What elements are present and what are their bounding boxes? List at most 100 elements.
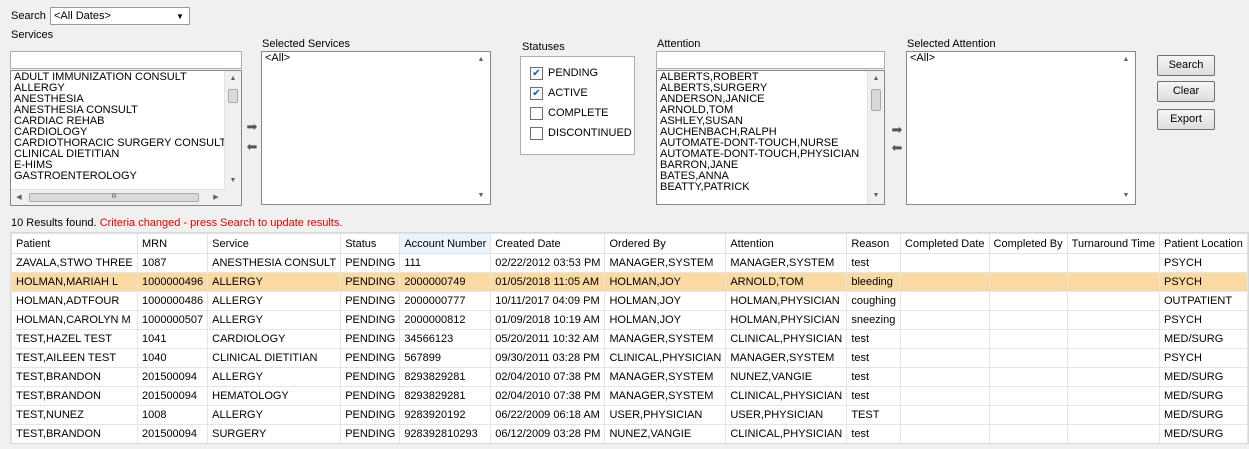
search-button[interactable]: Search xyxy=(1157,55,1215,76)
selected-attention-list[interactable]: <All> ▲ ▼ xyxy=(906,51,1136,205)
scroll-up-icon[interactable]: ▲ xyxy=(1118,52,1134,68)
results-table: Patient MRN Service Status Account Number Cre… xyxy=(11,233,1248,443)
table-cell: CLINICAL,PHYSICIAN xyxy=(725,424,848,443)
services-list-item[interactable]: GASTROENTEROLOGY xyxy=(14,171,238,182)
table-cell: NUNEZ,VANGIE xyxy=(725,367,848,387)
attention-vscroll[interactable]: ▲ ▼ xyxy=(867,71,884,204)
column-header[interactable]: Reason xyxy=(846,233,902,254)
table-row[interactable]: TEST,BRANDON 201500094 ALLERGY PENDING 82938… xyxy=(11,367,1248,387)
table-cell xyxy=(900,367,990,387)
table-row[interactable]: HOLMAN,ADTFOUR 1000000486 ALLERGY PENDING 20… xyxy=(11,291,1248,311)
column-header[interactable]: Created Date xyxy=(490,233,606,254)
scroll-down-icon[interactable]: ▼ xyxy=(1118,188,1134,204)
table-cell: PENDING xyxy=(340,310,401,330)
clear-button[interactable]: Clear xyxy=(1157,81,1215,102)
date-range-select[interactable]: <All Dates> ▼ xyxy=(50,7,190,25)
scroll-down-icon[interactable]: ▼ xyxy=(473,188,489,204)
column-header[interactable]: MRN xyxy=(136,233,209,254)
selected-services-list-item[interactable]: <All> xyxy=(265,53,487,64)
selected-services-list[interactable]: <All> ▲ ▼ xyxy=(261,51,491,205)
status-option-pending[interactable]: ✔ PENDING xyxy=(521,63,634,83)
table-cell: SURGERY xyxy=(207,424,342,443)
services-vscroll[interactable]: ▲ ▼ xyxy=(224,71,241,189)
table-cell: 8293829281 xyxy=(399,367,492,387)
table-row[interactable]: TEST,BRANDON 201500094 SURGERY PENDING 92839… xyxy=(11,424,1248,443)
scroll-up-icon[interactable]: ▲ xyxy=(868,71,884,87)
scroll-left-icon[interactable]: ◀ xyxy=(11,190,27,205)
scroll-down-icon[interactable]: ▼ xyxy=(225,173,241,189)
table-cell: 34566123 xyxy=(399,329,492,349)
scroll-corner xyxy=(224,189,241,205)
hscroll-thumb[interactable]: III xyxy=(29,193,199,202)
table-cell: PENDING xyxy=(340,424,401,443)
services-filter-input[interactable] xyxy=(10,51,242,69)
scroll-thumb[interactable] xyxy=(228,89,238,103)
attention-list[interactable]: ALBERTS,ROBERT ALBERTS,SURGERY ANDERSON,JA… xyxy=(656,70,885,205)
table-row[interactable]: HOLMAN,MARIAH L 1000000496 ALLERGY PENDING 2… xyxy=(11,272,1248,292)
status-checkbox[interactable] xyxy=(530,106,543,120)
status-option-complete[interactable]: COMPLETE xyxy=(521,103,634,123)
attention-filter-input[interactable] xyxy=(656,51,885,69)
table-cell xyxy=(900,329,990,349)
scroll-up-icon[interactable]: ▲ xyxy=(473,52,489,68)
scroll-up-icon[interactable]: ▲ xyxy=(225,71,241,87)
attention-list-item[interactable]: BEATTY,PATRICK xyxy=(660,182,881,193)
results-count: 10 Results found. xyxy=(11,217,97,229)
table-cell: OUTPATIENT xyxy=(1159,291,1248,311)
table-cell: MANAGER,SYSTEM xyxy=(604,253,727,273)
column-header[interactable]: Status xyxy=(340,233,401,254)
column-header[interactable]: Patient Location xyxy=(1159,233,1248,254)
selected-services-vscroll[interactable]: ▲ ▼ xyxy=(473,52,490,204)
table-cell: MANAGER,SYSTEM xyxy=(725,348,848,368)
grid-header-row: Patient MRN Service Status Account Number Cre… xyxy=(11,233,1248,254)
status-option-active[interactable]: ✔ ACTIVE xyxy=(521,83,634,103)
scroll-down-icon[interactable]: ▼ xyxy=(868,188,884,204)
table-cell: TEST,BRANDON xyxy=(11,386,138,406)
results-grid[interactable]: Patient MRN Service Status Account Number Cre… xyxy=(10,232,1249,444)
status-option-discontinued[interactable]: DISCONTINUED xyxy=(521,123,634,143)
column-header[interactable]: Attention xyxy=(725,233,848,254)
column-header[interactable]: Completed By xyxy=(988,233,1068,254)
table-cell: MANAGER,SYSTEM xyxy=(604,329,727,349)
table-row[interactable]: HOLMAN,CAROLYN M 1000000507 ALLERGY PENDING… xyxy=(11,310,1248,330)
selected-attention-list-item[interactable]: <All> xyxy=(910,53,1132,64)
table-cell: ALLERGY xyxy=(207,310,342,330)
table-row[interactable]: TEST,BRANDON 201500094 HEMATOLOGY PENDING 82… xyxy=(11,386,1248,406)
table-cell: 1000000507 xyxy=(136,310,209,330)
status-checkbox[interactable]: ✔ xyxy=(530,86,543,100)
table-row[interactable]: ZAVALA,STWO THREE 1087 ANESTHESIA CONSULT P… xyxy=(11,253,1248,273)
table-cell xyxy=(988,272,1068,292)
selected-attention-vscroll[interactable]: ▲ ▼ xyxy=(1118,52,1135,204)
table-cell: test xyxy=(846,348,902,368)
table-row[interactable]: TEST,NUNEZ 1008 ALLERGY PENDING 9283920192 06… xyxy=(11,405,1248,425)
services-hscroll[interactable]: ◀ III ▶ xyxy=(11,189,224,205)
table-cell: ALLERGY xyxy=(207,272,342,292)
table-cell xyxy=(1066,348,1161,368)
remove-attention-arrow-icon[interactable]: ⬅ xyxy=(889,141,905,155)
table-row[interactable]: TEST,AILEEN TEST 1040 CLINICAL DIETITIAN PE… xyxy=(11,348,1248,368)
status-checkbox[interactable]: ✔ xyxy=(530,66,543,80)
scroll-right-icon[interactable]: ▶ xyxy=(208,190,224,205)
add-attention-arrow-icon[interactable]: ➡ xyxy=(889,123,905,137)
remove-service-arrow-icon[interactable]: ⬅ xyxy=(244,140,260,154)
services-list[interactable]: ADULT IMMUNIZATION CONSULT ALLERGY ANESTHE… xyxy=(10,70,242,206)
table-cell: 1087 xyxy=(136,253,209,273)
column-header[interactable]: Completed Date xyxy=(900,233,990,254)
column-header[interactable]: Turnaround Time xyxy=(1066,233,1161,254)
status-checkbox[interactable] xyxy=(530,126,543,140)
table-cell: test xyxy=(846,386,902,406)
add-service-arrow-icon[interactable]: ➡ xyxy=(244,120,260,134)
selected-attention-label: Selected Attention xyxy=(907,38,996,50)
scroll-thumb[interactable] xyxy=(871,89,881,111)
table-cell xyxy=(988,348,1068,368)
table-row[interactable]: TEST,HAZEL TEST 1041 CARDIOLOGY PENDING 3456… xyxy=(11,329,1248,349)
export-button[interactable]: Export xyxy=(1157,109,1215,130)
column-header[interactable]: Service xyxy=(207,233,342,254)
table-cell xyxy=(900,424,990,443)
column-header[interactable]: Patient xyxy=(11,233,138,254)
status-label: COMPLETE xyxy=(548,107,609,119)
table-cell: HOLMAN,MARIAH L xyxy=(11,272,138,292)
chevron-down-icon[interactable]: ▼ xyxy=(174,12,186,21)
column-header[interactable]: Account Number xyxy=(399,233,492,254)
column-header[interactable]: Ordered By xyxy=(604,233,727,254)
